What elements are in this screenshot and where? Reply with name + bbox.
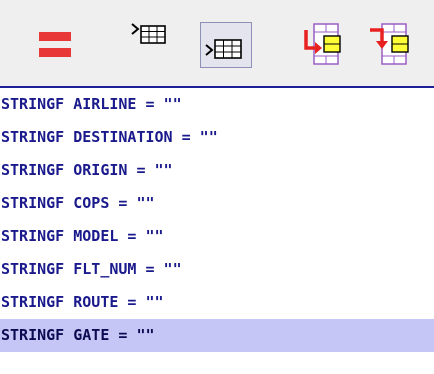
code-line[interactable]: STRINGF COPS = "" <box>0 187 434 220</box>
toolbar <box>0 0 434 88</box>
insert-subtable-down-button[interactable] <box>366 20 416 68</box>
code-line[interactable]: STRINGF ORIGIN = "" <box>0 154 434 187</box>
insert-subtable-arrow-icon <box>304 23 341 65</box>
app-window: STRINGF AIRLINE = "" STRINGF DESTINATION… <box>0 0 434 374</box>
code-line[interactable]: STRINGF AIRLINE = "" <box>0 88 434 121</box>
insert-row-after-table-icon <box>205 39 242 59</box>
insert-subtable-button[interactable] <box>300 20 346 68</box>
insert-subtable-down-icon <box>370 23 409 65</box>
equals-button[interactable] <box>38 28 74 62</box>
insert-row-after-button[interactable] <box>200 22 252 68</box>
code-line[interactable]: STRINGF DESTINATION = "" <box>0 121 434 154</box>
code-editor[interactable]: STRINGF AIRLINE = "" STRINGF DESTINATION… <box>0 88 434 374</box>
insert-row-before-button[interactable] <box>128 18 172 54</box>
red-equals-icon <box>39 32 71 57</box>
code-line[interactable]: STRINGF ROUTE = "" <box>0 286 434 319</box>
insert-row-before-table-icon <box>131 23 166 44</box>
code-line[interactable]: STRINGF MODEL = "" <box>0 220 434 253</box>
code-line[interactable]: STRINGF FLT_NUM = "" <box>0 253 434 286</box>
code-line-selected[interactable]: STRINGF GATE = "" <box>0 319 434 352</box>
